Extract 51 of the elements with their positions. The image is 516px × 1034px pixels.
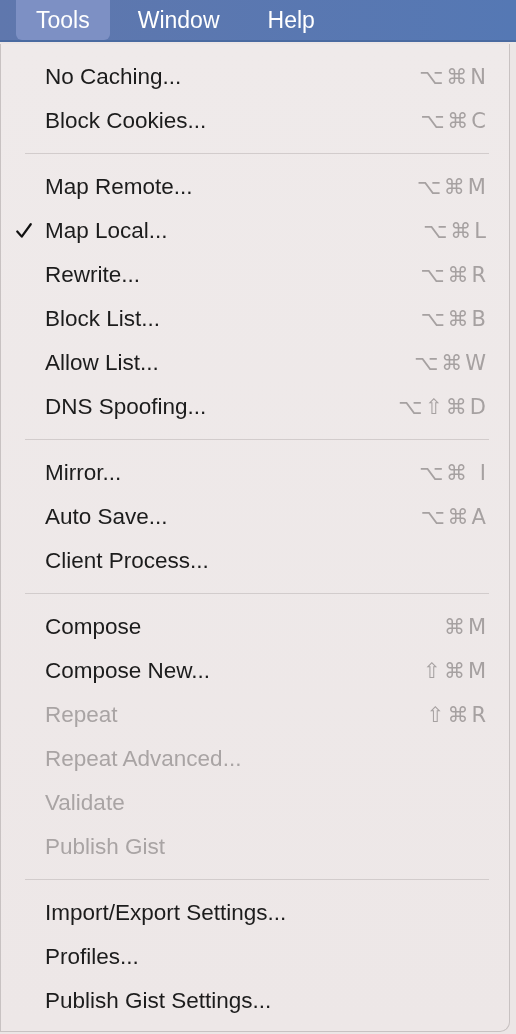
menu-item[interactable]: Profiles... <box>1 935 509 979</box>
keyboard-shortcut: ⌥⌘R <box>420 263 489 287</box>
keyboard-shortcut: ⌥⌘M <box>416 175 489 199</box>
menu-item-label: Mirror... <box>45 460 123 486</box>
menu-item[interactable]: Auto Save... ⌥⌘A <box>1 495 509 539</box>
menu-item[interactable]: DNS Spoofing... ⌥⇧⌘D <box>1 385 509 429</box>
menu-item-label: Repeat <box>45 702 119 728</box>
menu-item-label: Rewrite... <box>45 262 142 288</box>
menu-item[interactable]: Client Process... <box>1 539 509 583</box>
menu-item-label: Client Process... <box>45 548 210 574</box>
menu-item-label: Map Remote... <box>45 174 194 200</box>
menu-item[interactable]: Block Cookies... ⌥⌘C <box>1 99 509 143</box>
menu-item-label: Publish Gist Settings... <box>45 988 273 1014</box>
keyboard-shortcut: ⌥⌘B <box>420 307 489 331</box>
keyboard-shortcut: ⌥⌘W <box>414 351 489 375</box>
menu-item[interactable]: Publish Gist Settings... <box>1 979 509 1023</box>
menu-item[interactable]: No Caching... ⌥⌘N <box>1 55 509 99</box>
keyboard-shortcut: ⌘M <box>443 615 489 639</box>
menu-item-label: Validate <box>45 790 126 816</box>
menu-item-label: Repeat Advanced... <box>45 746 243 772</box>
menu-item-label: Profiles... <box>45 944 140 970</box>
menu-item[interactable]: Block List... ⌥⌘B <box>1 297 509 341</box>
menu-item-label: Block Cookies... <box>45 108 208 134</box>
keyboard-shortcut: ⇧⌘M <box>423 659 489 683</box>
menu-item[interactable]: Rewrite... ⌥⌘R <box>1 253 509 297</box>
menu-item-label: Auto Save... <box>45 504 169 530</box>
menu-item[interactable]: Mirror... ⌥⌘ I <box>1 451 509 495</box>
keyboard-shortcut: ⌥⌘N <box>419 65 489 89</box>
keyboard-shortcut: ⌥⌘C <box>420 109 489 133</box>
menu-item-label: Import/Export Settings... <box>45 900 288 926</box>
keyboard-shortcut: ⌥⌘A <box>420 505 489 529</box>
menu-item-label: Compose <box>45 614 143 640</box>
menu-item-label: DNS Spoofing... <box>45 394 208 420</box>
keyboard-shortcut: ⌥⌘L <box>423 219 489 243</box>
menu-item[interactable]: Import/Export Settings... <box>1 891 509 935</box>
menu-title[interactable]: Help <box>247 0 335 40</box>
keyboard-shortcut: ⌥⇧⌘D <box>398 395 489 419</box>
keyboard-shortcut: ⌥⌘ I <box>418 461 489 485</box>
menu-item-label: Allow List... <box>45 350 160 376</box>
menu-item[interactable]: Compose ⌘M <box>1 605 509 649</box>
menu-item[interactable]: Map Local... ⌥⌘L <box>1 209 509 253</box>
keyboard-shortcut: ⇧⌘R <box>426 703 489 727</box>
menu-item[interactable]: Compose New... ⇧⌘M <box>1 649 509 693</box>
menu-item[interactable]: Allow List... ⌥⌘W <box>1 341 509 385</box>
menu-title[interactable]: Window <box>117 0 240 40</box>
menu-item-label: Block List... <box>45 306 162 332</box>
menu-item-label: No Caching... <box>45 64 183 90</box>
menu-item[interactable]: Map Remote... ⌥⌘M <box>1 165 509 209</box>
menu-item-label: Compose New... <box>45 658 212 684</box>
menu-item-label: Publish Gist <box>45 834 167 860</box>
menu-item-label: Map Local... <box>45 218 169 244</box>
